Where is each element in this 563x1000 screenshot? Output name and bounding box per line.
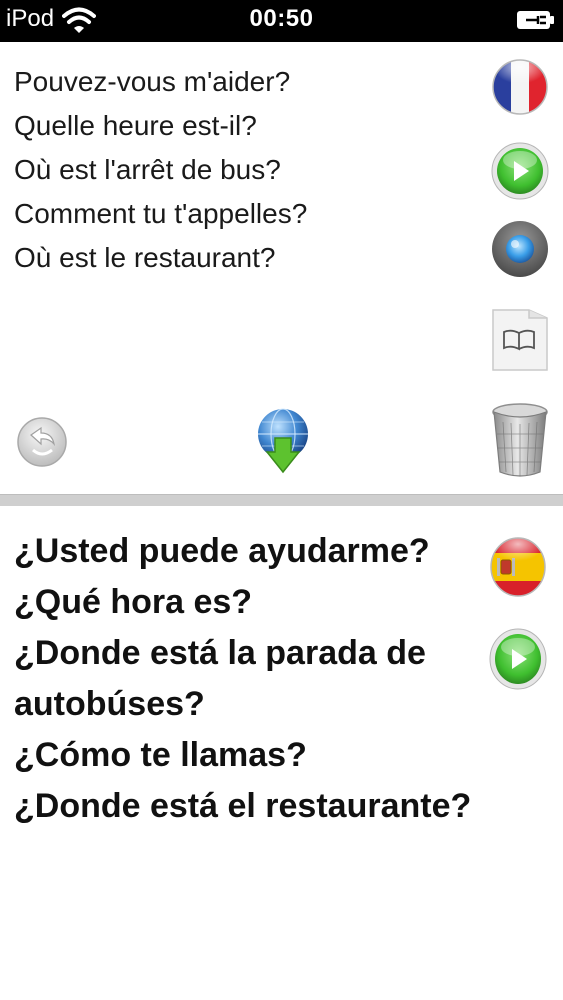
play-target-button[interactable] (489, 628, 547, 690)
target-phrase: ¿Donde está la parada de autobúses? (14, 634, 426, 723)
target-phrase: ¿Usted puede ayudarme? (14, 532, 430, 570)
source-panel: Pouvez-vous m'aider? Quelle heure est-il… (0, 42, 563, 492)
record-button[interactable] (491, 220, 549, 278)
source-phrase: Où est le restaurant? (14, 242, 276, 273)
target-text-area[interactable]: ¿Usted puede ayudarme? ¿Qué hora es? ¿Do… (14, 526, 484, 832)
target-panel: ¿Usted puede ayudarme? ¿Qué hora es? ¿Do… (0, 506, 563, 1000)
spain-flag-icon[interactable] (489, 536, 547, 598)
download-globe-icon[interactable] (256, 404, 310, 478)
status-bar: iPod 00:50 (0, 0, 563, 42)
france-flag-icon[interactable] (491, 58, 549, 116)
source-phrase: Où est l'arrêt de bus? (14, 154, 281, 185)
target-phrase: ¿Qué hora es? (14, 583, 253, 621)
battery-charging-icon (517, 11, 554, 29)
source-phrase: Pouvez-vous m'aider? (14, 66, 291, 97)
source-phrase: Quelle heure est-il? (14, 110, 257, 141)
target-phrase: ¿Cómo te llamas? (14, 736, 307, 774)
book-icon[interactable] (489, 304, 551, 374)
target-phrase: ¿Donde está el restaurante? (14, 787, 472, 825)
play-source-button[interactable] (491, 142, 549, 200)
share-icon[interactable] (16, 416, 68, 468)
status-time: 00:50 (249, 5, 314, 32)
source-phrase: Comment tu t'appelles? (14, 198, 308, 229)
trash-icon[interactable] (491, 398, 549, 482)
source-text-area[interactable]: Pouvez-vous m'aider? Quelle heure est-il… (14, 60, 474, 280)
